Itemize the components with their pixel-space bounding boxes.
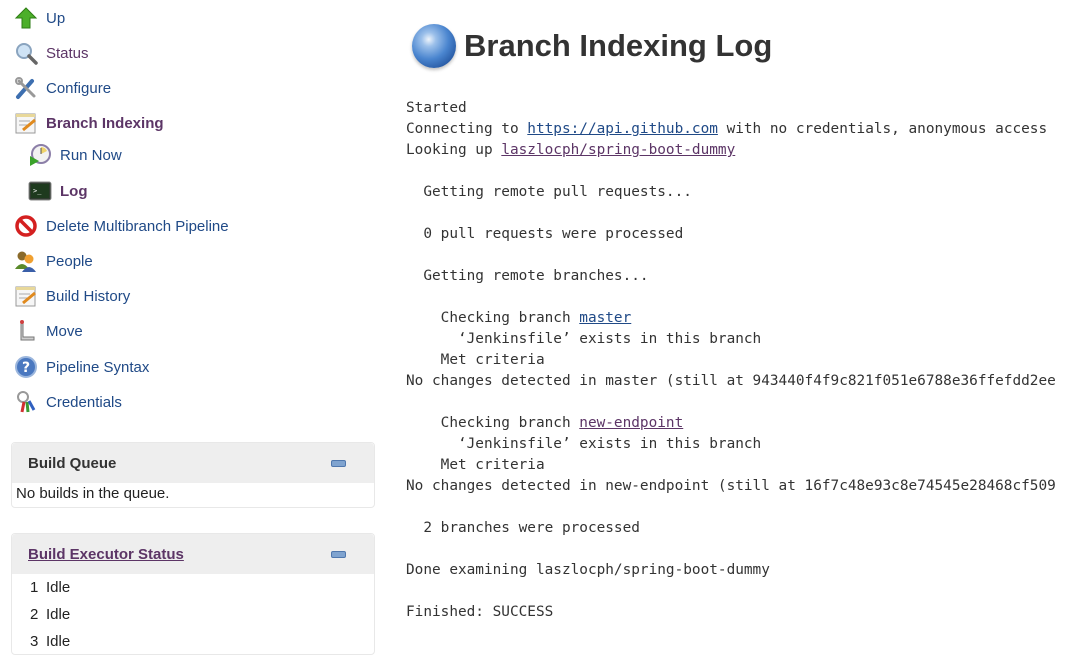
log-line: Getting remote pull requests... (406, 184, 692, 200)
build-queue-header: Build Queue (12, 443, 374, 483)
github-api-link[interactable]: https://api.github.com (527, 121, 718, 137)
people-icon (14, 249, 38, 273)
log-line: Started (406, 100, 467, 116)
page-header: Branch Indexing Log (406, 24, 772, 68)
log-line: Checking branch (406, 310, 580, 326)
task-configure-label[interactable]: Configure (46, 80, 111, 97)
task-move[interactable]: Move (14, 318, 83, 344)
repo-link[interactable]: laszlocph/spring-boot-dummy (501, 142, 735, 158)
task-configure[interactable]: Configure (14, 75, 111, 101)
wrench-screwdriver-icon (14, 76, 38, 100)
task-status-label[interactable]: Status (46, 45, 89, 62)
executor-row: 1 Idle (12, 574, 374, 601)
magnifier-icon (14, 41, 38, 65)
task-credentials[interactable]: Credentials (14, 389, 122, 415)
log-line: No changes detected in new-endpoint (sti… (406, 478, 1056, 494)
log-line: Checking branch (406, 415, 580, 431)
log-line: Met criteria (406, 352, 545, 368)
log-line: with no credentials, anonymous access (717, 121, 1048, 137)
collapse-icon[interactable] (331, 550, 346, 558)
executor-status: Idle (46, 579, 71, 596)
task-status[interactable]: Status (14, 40, 89, 66)
task-build-history[interactable]: Build History (14, 283, 130, 309)
log-line: 0 pull requests were processed (406, 226, 684, 242)
log-line: Getting remote branches... (406, 268, 649, 284)
task-pipeline-syntax[interactable]: ? Pipeline Syntax (14, 354, 149, 380)
page-title: Branch Indexing Log (464, 28, 773, 63)
keys-icon (14, 390, 38, 414)
svg-text:>_: >_ (33, 187, 42, 195)
task-branch-indexing[interactable]: Branch Indexing (14, 110, 164, 136)
log-line: Met criteria (406, 457, 545, 473)
log-line: ‘Jenkinsfile’ exists in this branch (406, 331, 762, 347)
console-log: Started Connecting to https://api.github… (406, 98, 1056, 623)
build-queue-pane: Build Queue No builds in the queue. (11, 442, 375, 508)
executor-number: 2 (30, 606, 39, 623)
task-run-now-label[interactable]: Run Now (60, 147, 122, 164)
move-icon (14, 319, 38, 343)
task-credentials-label[interactable]: Credentials (46, 394, 122, 411)
notepad-icon (14, 111, 38, 135)
task-delete-pipeline[interactable]: Delete Multibranch Pipeline (14, 213, 229, 239)
build-queue-title: Build Queue (28, 454, 117, 472)
log-line: 2 branches were processed (406, 520, 640, 536)
up-arrow-icon (14, 6, 38, 30)
executor-row: 3 Idle (12, 628, 374, 655)
executor-row: 2 Idle (12, 601, 374, 628)
task-log-label[interactable]: Log (60, 183, 88, 200)
task-up[interactable]: Up (14, 5, 65, 31)
executor-status: Idle (46, 633, 71, 650)
task-people[interactable]: People (14, 248, 93, 274)
executor-list: 1 Idle 2 Idle 3 Idle (12, 574, 374, 655)
task-pipeline-syntax-label[interactable]: Pipeline Syntax (46, 359, 149, 376)
terminal-icon: >_ (28, 179, 52, 203)
log-line: Finished: SUCCESS (406, 604, 554, 620)
log-line: ‘Jenkinsfile’ exists in this branch (406, 436, 762, 452)
log-line: Connecting to (406, 121, 528, 137)
task-move-label[interactable]: Move (46, 323, 83, 340)
notepad-icon (14, 284, 38, 308)
executor-status: Idle (46, 606, 71, 623)
clock-play-icon (28, 143, 52, 167)
executor-number: 3 (30, 633, 39, 650)
task-log[interactable]: >_ Log (28, 178, 88, 204)
branch-master-link[interactable]: master (579, 310, 631, 326)
collapse-icon[interactable] (331, 459, 346, 467)
log-line: No changes detected in master (still at … (406, 373, 1056, 389)
svg-text:?: ? (22, 360, 30, 376)
no-entry-icon (14, 214, 38, 238)
log-line: Done examining laszlocph/spring-boot-dum… (406, 562, 770, 578)
branch-new-endpoint-link[interactable]: new-endpoint (579, 415, 683, 431)
executor-header: Build Executor Status (12, 534, 374, 574)
task-up-label[interactable]: Up (46, 10, 65, 27)
task-run-now[interactable]: Run Now (28, 142, 122, 168)
task-branch-indexing-label[interactable]: Branch Indexing (46, 115, 164, 132)
help-icon: ? (14, 355, 38, 379)
task-people-label[interactable]: People (46, 253, 93, 270)
task-delete-label[interactable]: Delete Multibranch Pipeline (46, 218, 229, 235)
executor-number: 1 (30, 579, 39, 596)
log-line: Looking up (406, 142, 502, 158)
status-ball-icon (412, 24, 456, 68)
build-queue-empty: No builds in the queue. (16, 485, 170, 502)
task-build-history-label[interactable]: Build History (46, 288, 130, 305)
executor-title-link[interactable]: Build Executor Status (28, 546, 184, 563)
